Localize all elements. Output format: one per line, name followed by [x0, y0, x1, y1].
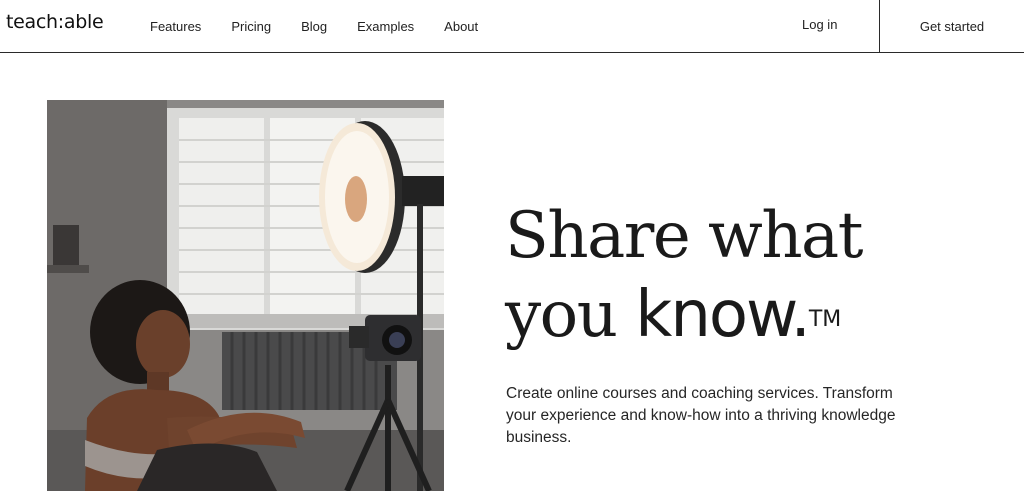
nav-examples[interactable]: Examples	[357, 19, 414, 34]
nav-pricing[interactable]: Pricing	[231, 19, 271, 34]
hero-headline: Share what you know.TM	[505, 197, 1005, 355]
nav-features[interactable]: Features	[150, 19, 201, 34]
main-nav: Features Pricing Blog Examples About	[150, 0, 508, 52]
nav-blog[interactable]: Blog	[301, 19, 327, 34]
headline-line2-sans: know.	[635, 278, 811, 352]
site-header: teach:able Features Pricing Blog Example…	[0, 0, 1024, 53]
headline-line1: Share what	[505, 199, 863, 273]
login-link[interactable]: Log in	[802, 17, 837, 32]
hero-photo	[47, 100, 444, 491]
trademark-mark: TM	[808, 307, 842, 332]
hero-subtext: Create online courses and coaching servi…	[506, 385, 896, 446]
nav-about[interactable]: About	[444, 19, 478, 34]
headline-line2-serif: you	[505, 278, 636, 352]
teachable-logo[interactable]: teach:able	[6, 11, 104, 33]
get-started-button[interactable]: Get started	[880, 0, 1024, 52]
